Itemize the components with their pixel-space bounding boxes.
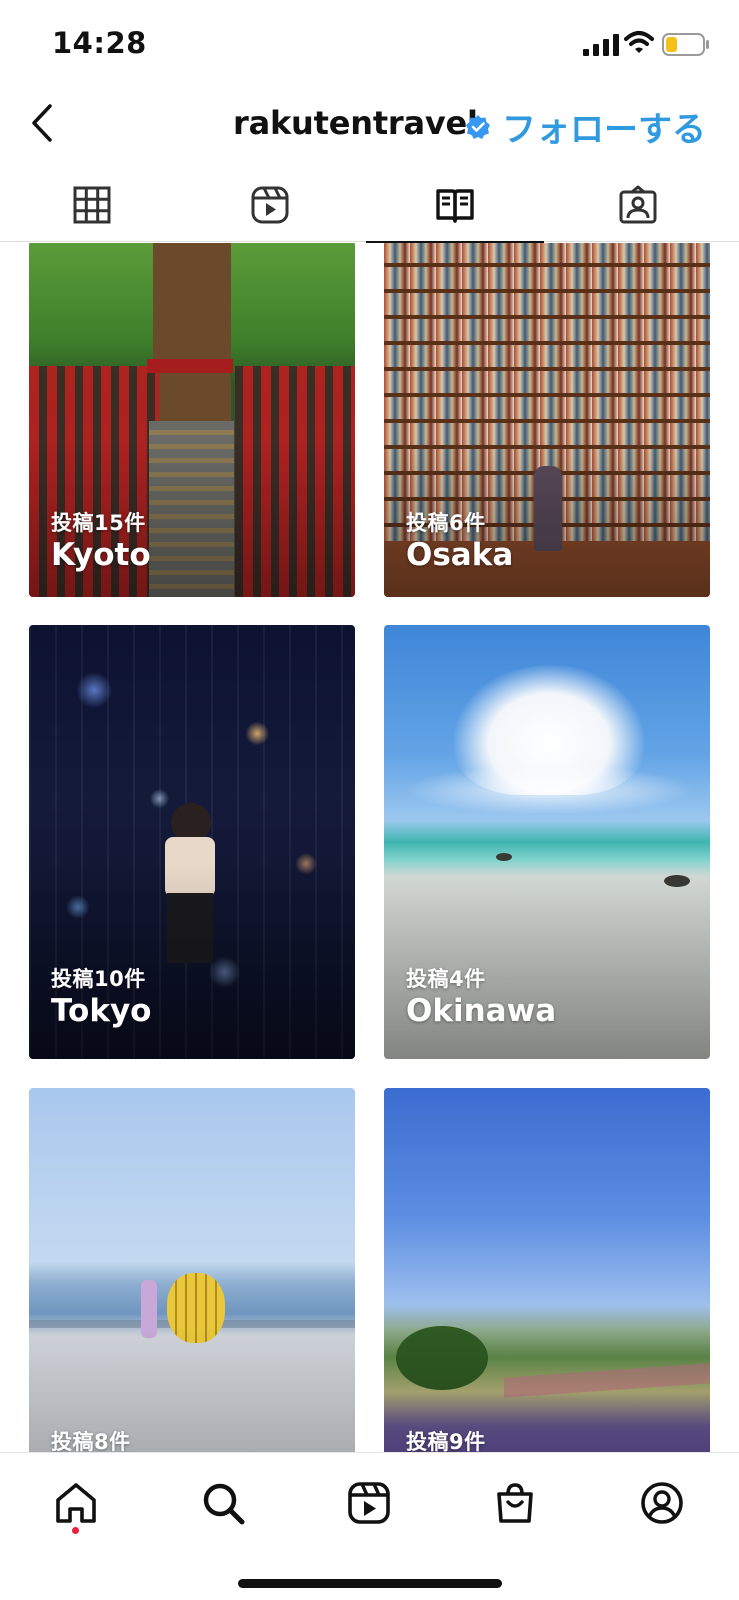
guide-title: Tokyo — [51, 993, 152, 1029]
tab-reels[interactable] — [178, 168, 362, 242]
battery-icon — [662, 33, 709, 56]
wifi-icon — [624, 31, 654, 53]
nav-reels[interactable] — [339, 1473, 399, 1533]
home-icon — [56, 1483, 96, 1523]
guide-card-5[interactable]: 投稿8件 — [29, 1088, 355, 1452]
chevron-left-icon — [32, 104, 52, 142]
guide-post-count: 投稿9件 — [406, 1430, 486, 1452]
notification-dot — [72, 1527, 79, 1534]
home-indicator[interactable] — [238, 1579, 502, 1588]
tagged-icon — [619, 185, 657, 224]
profile-header: rakutentravel フォローする — [0, 84, 739, 168]
guide-card-osaka[interactable]: 投稿6件 Osaka — [384, 243, 710, 597]
nav-home[interactable] — [46, 1473, 106, 1533]
status-time: 14:28 — [52, 26, 147, 60]
shop-icon — [497, 1483, 533, 1523]
guide-post-count: 投稿15件 — [51, 511, 146, 535]
nav-shop[interactable] — [485, 1473, 545, 1533]
guide-title: Okinawa — [406, 993, 557, 1029]
guide-title: Kyoto — [51, 537, 151, 573]
signal-icon — [583, 34, 619, 56]
tab-posts-grid[interactable] — [0, 168, 184, 242]
username: rakutentravel — [233, 104, 478, 142]
nav-search[interactable] — [193, 1473, 253, 1533]
guide-title: Osaka — [406, 537, 514, 573]
follow-button[interactable]: フォローする — [502, 102, 706, 151]
back-button[interactable] — [26, 100, 62, 146]
guide-card-kyoto[interactable]: 投稿15件 Kyoto — [29, 243, 355, 597]
reels-icon — [348, 1482, 390, 1524]
guide-card-6[interactable]: 投稿9件 — [384, 1088, 710, 1452]
guide-post-count: 投稿8件 — [51, 1430, 131, 1452]
guides-grid: 投稿15件 Kyoto 投稿6件 Osaka 投稿10件 Tokyo 投稿4件 … — [0, 243, 739, 1452]
bottom-nav — [0, 1452, 739, 1600]
status-bar: 14:28 — [0, 0, 739, 84]
tab-tagged[interactable] — [546, 168, 730, 242]
profile-icon — [641, 1482, 683, 1524]
nav-profile[interactable] — [632, 1473, 692, 1533]
guide-icon — [436, 189, 474, 223]
tab-guides[interactable] — [363, 168, 547, 243]
verified-badge-icon — [466, 115, 490, 139]
search-icon — [203, 1483, 245, 1525]
grid-icon — [73, 186, 111, 224]
guide-card-okinawa[interactable]: 投稿4件 Okinawa — [384, 625, 710, 1059]
guide-card-tokyo[interactable]: 投稿10件 Tokyo — [29, 625, 355, 1059]
guide-post-count: 投稿10件 — [51, 967, 146, 991]
guide-post-count: 投稿4件 — [406, 967, 486, 991]
guide-post-count: 投稿6件 — [406, 511, 486, 535]
reels-icon — [251, 186, 289, 224]
profile-tabs — [0, 168, 739, 243]
